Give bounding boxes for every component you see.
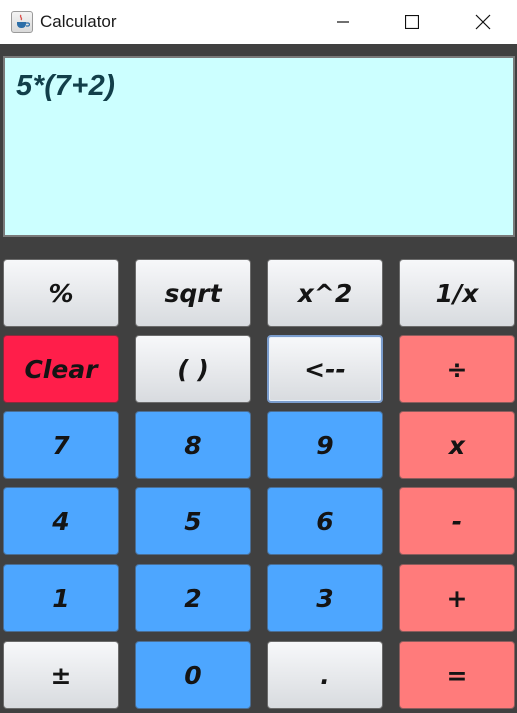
divide-label: ÷ [446, 354, 468, 384]
add-label: + [446, 583, 468, 613]
digit-1-button[interactable]: 1 [3, 564, 119, 632]
digit-1-label: 1 [52, 583, 70, 613]
decimal-point-button[interactable]: . [267, 641, 383, 709]
subtract-label: - [451, 506, 463, 536]
calculator-panel: 5*(7+2) % sqrt x^2 1/x Clear ( ) <-- ÷ 7 8 9 x 4 5 6 - 1… [0, 44, 517, 713]
percent-button[interactable]: % [3, 259, 119, 327]
digit-5-label: 5 [184, 506, 202, 536]
digit-3-label: 3 [316, 583, 334, 613]
close-icon [475, 14, 491, 30]
plus-minus-button[interactable]: ± [3, 641, 119, 709]
expression-display[interactable]: 5*(7+2) [3, 56, 515, 237]
title-bar: Calculator [0, 0, 517, 44]
digit-8-button[interactable]: 8 [135, 411, 251, 479]
sqrt-button[interactable]: sqrt [135, 259, 251, 327]
square-label: x^2 [297, 278, 353, 308]
digit-2-label: 2 [184, 583, 202, 613]
decimal-point-label: . [320, 660, 330, 690]
digit-7-button[interactable]: 7 [3, 411, 119, 479]
digit-0-button[interactable]: 0 [135, 641, 251, 709]
backspace-label: <-- [304, 354, 346, 384]
multiply-label: x [448, 430, 466, 460]
minimize-button[interactable] [320, 0, 366, 44]
plus-minus-label: ± [50, 660, 72, 690]
digit-6-label: 6 [316, 506, 334, 536]
reciprocal-button[interactable]: 1/x [399, 259, 515, 327]
parentheses-label: ( ) [177, 354, 209, 384]
expression-text: 5*(7+2) [16, 70, 116, 102]
digit-5-button[interactable]: 5 [135, 487, 251, 555]
digit-4-label: 4 [52, 506, 70, 536]
square-button[interactable]: x^2 [267, 259, 383, 327]
subtract-button[interactable]: - [399, 487, 515, 555]
backspace-button[interactable]: <-- [267, 335, 383, 403]
multiply-button[interactable]: x [399, 411, 515, 479]
reciprocal-label: 1/x [435, 278, 479, 308]
equals-label: = [446, 660, 468, 690]
digit-8-label: 8 [184, 430, 202, 460]
digit-4-button[interactable]: 4 [3, 487, 119, 555]
equals-button[interactable]: = [399, 641, 515, 709]
clear-label: Clear [24, 354, 98, 384]
maximize-icon [405, 15, 419, 29]
digit-6-button[interactable]: 6 [267, 487, 383, 555]
sqrt-label: sqrt [164, 278, 222, 308]
add-button[interactable]: + [399, 564, 515, 632]
clear-button[interactable]: Clear [3, 335, 119, 403]
digit-9-button[interactable]: 9 [267, 411, 383, 479]
digit-0-label: 0 [184, 660, 202, 690]
window-title: Calculator [40, 12, 117, 31]
digit-9-label: 9 [316, 430, 334, 460]
maximize-button[interactable] [389, 0, 435, 44]
parentheses-button[interactable]: ( ) [135, 335, 251, 403]
percent-label: % [48, 278, 74, 308]
divide-button[interactable]: ÷ [399, 335, 515, 403]
minimize-icon [337, 21, 349, 23]
digit-7-label: 7 [52, 430, 70, 460]
java-cup-icon [11, 11, 33, 33]
close-button[interactable] [460, 0, 506, 44]
digit-2-button[interactable]: 2 [135, 564, 251, 632]
digit-3-button[interactable]: 3 [267, 564, 383, 632]
